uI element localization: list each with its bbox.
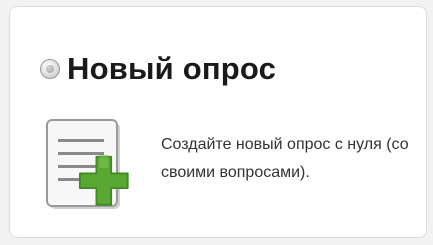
new-survey-option[interactable]: Новый опрос bbox=[40, 49, 276, 89]
new-document-add-icon bbox=[46, 119, 129, 209]
radio-button-icon[interactable] bbox=[40, 59, 60, 79]
new-survey-title[interactable]: Новый опрос bbox=[67, 51, 276, 87]
new-survey-description: Создайте новый опрос с нуля (со своими в… bbox=[161, 136, 409, 181]
new-survey-card[interactable]: Новый опрос Создайте новый опрос с нуля … bbox=[9, 6, 427, 238]
